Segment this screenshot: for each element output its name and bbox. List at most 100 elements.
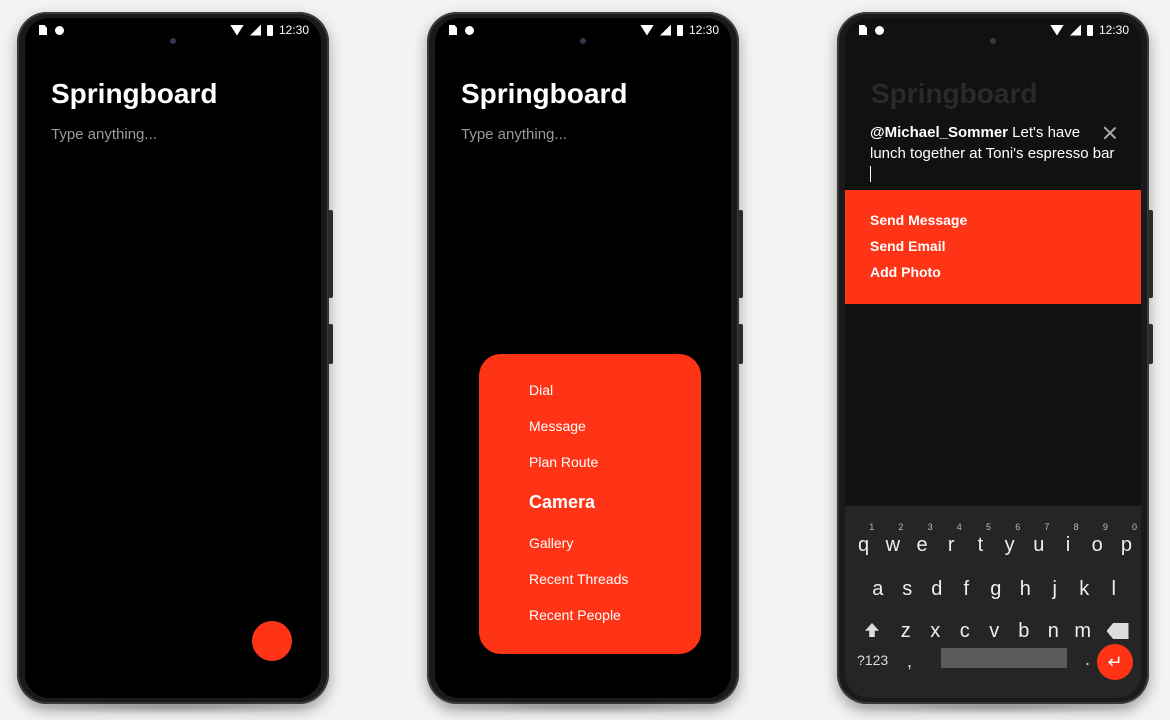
key-p[interactable]: 0p <box>1112 522 1141 557</box>
enter-button[interactable]: ↵ <box>1097 644 1133 680</box>
key-b[interactable]: b <box>1009 620 1039 643</box>
send-message-button[interactable]: Send Message <box>870 212 967 228</box>
screen: 12:30 Springboard Type anything... Dial … <box>435 18 731 698</box>
comma-key[interactable]: , <box>907 651 912 672</box>
menu-item-camera[interactable]: Camera <box>529 492 595 513</box>
key-hint: 4 <box>956 522 962 532</box>
key-z[interactable]: z <box>891 620 921 643</box>
side-button <box>328 324 333 364</box>
wifi-icon <box>1049 24 1064 36</box>
key-m[interactable]: m <box>1068 620 1098 643</box>
notification-dot-icon <box>55 25 64 35</box>
key-label: o <box>1091 534 1103 556</box>
battery-icon <box>676 24 683 36</box>
key-f[interactable]: f <box>952 578 982 601</box>
notification-dot-icon <box>465 25 474 35</box>
sd-card-icon <box>39 25 47 35</box>
key-d[interactable]: d <box>922 578 952 601</box>
clock: 12:30 <box>278 23 309 37</box>
action-fab-button[interactable] <box>252 621 292 661</box>
signal-icon <box>1069 24 1081 36</box>
space-key[interactable] <box>941 648 1067 668</box>
key-hint: 8 <box>1073 522 1079 532</box>
key-c[interactable]: c <box>950 620 980 643</box>
key-x[interactable]: x <box>921 620 951 643</box>
key-hint: 3 <box>927 522 933 532</box>
side-button <box>1148 324 1153 364</box>
key-h[interactable]: h <box>1011 578 1041 601</box>
key-hint: 5 <box>986 522 992 532</box>
keyboard: 1q 2w 3e 4r 5t 6y 7u 8i 9o 0p a s d f g … <box>845 506 1141 698</box>
battery-icon <box>1086 24 1093 36</box>
key-t[interactable]: 5t <box>966 522 995 557</box>
wifi-icon <box>639 24 654 36</box>
backspace-key[interactable] <box>1098 620 1138 643</box>
text-cursor <box>870 166 871 182</box>
key-label: w <box>885 534 901 556</box>
menu-item-recent-threads[interactable]: Recent Threads <box>529 571 628 587</box>
phone-1: 12:30 Springboard Type anything... <box>17 12 333 714</box>
key-v[interactable]: v <box>980 620 1010 643</box>
menu-item-gallery[interactable]: Gallery <box>529 535 573 551</box>
app-title: Springboard <box>51 78 218 109</box>
key-o[interactable]: 9o <box>1083 522 1112 557</box>
key-u[interactable]: 7u <box>1024 522 1053 557</box>
screen: 12:30 Springboard Type anything... <box>25 18 321 698</box>
menu-item-message[interactable]: Message <box>529 418 586 434</box>
app-title: Springboard <box>461 78 628 109</box>
period-key[interactable]: . <box>1085 649 1090 670</box>
add-photo-button[interactable]: Add Photo <box>870 264 941 280</box>
symbols-key[interactable]: ?123 <box>857 652 888 668</box>
key-hint: 0 <box>1132 522 1138 532</box>
notification-dot-icon <box>875 25 884 35</box>
key-n[interactable]: n <box>1039 620 1069 643</box>
enter-icon: ↵ <box>1107 652 1123 672</box>
key-label: q <box>858 534 870 556</box>
phone-2: 12:30 Springboard Type anything... Dial … <box>427 12 743 714</box>
app-title: Springboard <box>871 78 1038 109</box>
backspace-icon <box>1106 623 1129 639</box>
key-hint: 2 <box>898 522 904 532</box>
side-button <box>328 210 333 298</box>
signal-icon <box>249 24 261 36</box>
side-button <box>1148 210 1153 298</box>
sd-card-icon <box>449 25 457 35</box>
key-hint: 7 <box>1044 522 1050 532</box>
clock: 12:30 <box>688 23 719 37</box>
shift-icon <box>865 623 879 637</box>
side-button <box>738 210 743 298</box>
action-panel: Send Message Send Email Add Photo <box>845 190 1141 304</box>
menu-item-plan-route[interactable]: Plan Route <box>529 454 598 470</box>
key-s[interactable]: s <box>893 578 923 601</box>
key-g[interactable]: g <box>981 578 1011 601</box>
search-input[interactable]: Type anything... <box>51 126 157 143</box>
send-email-button[interactable]: Send Email <box>870 238 945 254</box>
key-j[interactable]: j <box>1040 578 1070 601</box>
key-label: i <box>1065 534 1071 556</box>
mention-tag: @Michael_Sommer <box>870 124 1009 141</box>
menu-item-dial[interactable]: Dial <box>529 382 553 398</box>
key-label: t <box>977 534 984 556</box>
side-button <box>738 324 743 364</box>
message-input[interactable]: @Michael_Sommer Let's have lunch togethe… <box>870 122 1115 185</box>
key-r[interactable]: 4r <box>937 522 966 557</box>
key-q[interactable]: 1q <box>849 522 878 557</box>
key-y[interactable]: 6y <box>995 522 1024 557</box>
key-hint: 9 <box>1102 522 1108 532</box>
key-k[interactable]: k <box>1070 578 1100 601</box>
key-e[interactable]: 3e <box>907 522 936 557</box>
key-label: u <box>1033 534 1045 556</box>
screen: 12:30 Springboard @Michael_Sommer Let's … <box>845 18 1141 698</box>
key-l[interactable]: l <box>1099 578 1129 601</box>
search-input[interactable]: Type anything... <box>461 126 567 143</box>
menu-item-recent-people[interactable]: Recent People <box>529 607 621 623</box>
key-i[interactable]: 8i <box>1053 522 1082 557</box>
key-label: r <box>947 534 955 556</box>
key-w[interactable]: 2w <box>878 522 907 557</box>
key-a[interactable]: a <box>863 578 893 601</box>
status-bar: 12:30 <box>25 18 321 44</box>
key-label: p <box>1120 534 1132 556</box>
close-icon[interactable] <box>1101 124 1119 142</box>
shift-key[interactable] <box>853 620 891 643</box>
signal-icon <box>659 24 671 36</box>
